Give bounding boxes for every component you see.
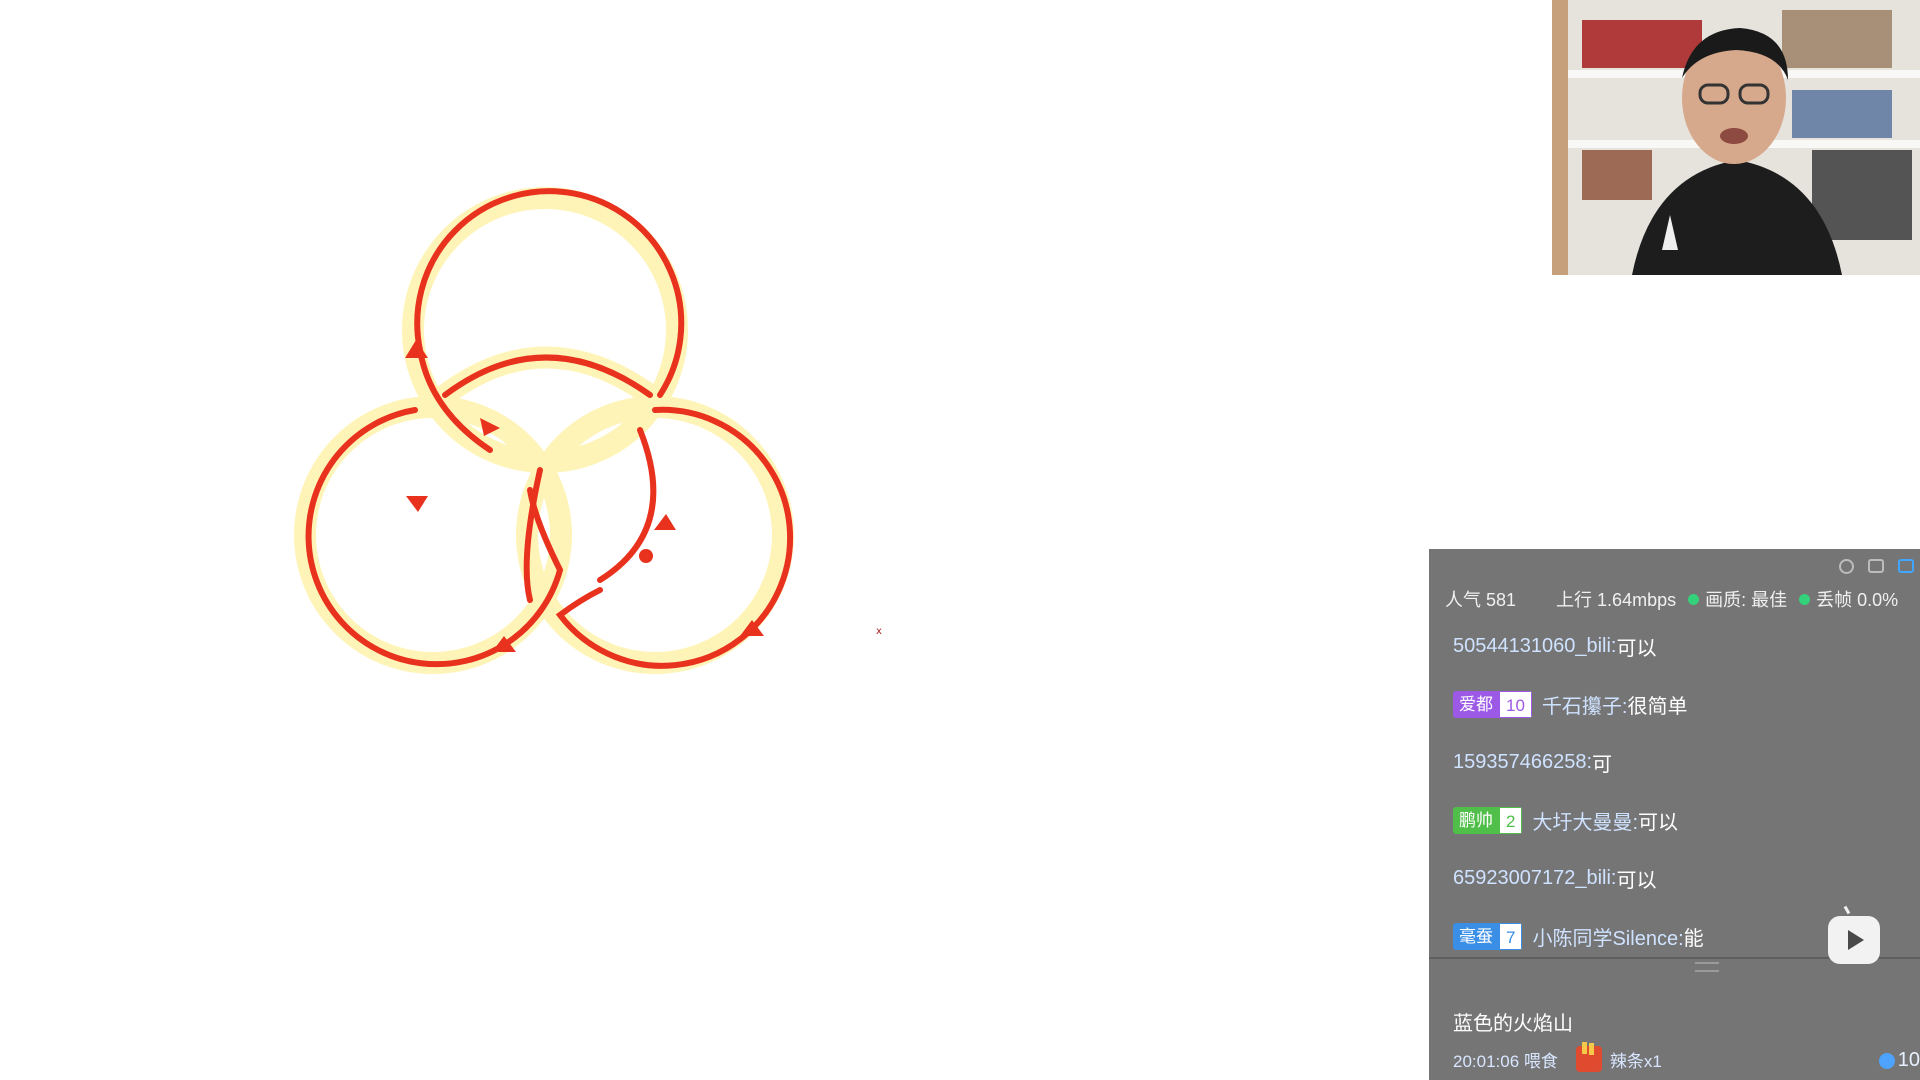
stream-stats: 人气 581 上行 1.64mbps 画质: 最佳 丢帧 0.0% (1445, 586, 1898, 612)
chat-message: 50544131060_bili: 可以 (1453, 617, 1920, 675)
fan-badge[interactable]: 爱都 10 (1453, 690, 1532, 718)
gift-item: 辣条x1 (1609, 1051, 1662, 1071)
gift-icon (1575, 1042, 1602, 1072)
chat-message: 65923007172_bili: 可以 (1453, 849, 1920, 907)
play-logo-icon[interactable] (1828, 916, 1880, 964)
export-icon[interactable] (1868, 559, 1884, 573)
chat-message: 鹏帅 2 大圩大曼曼: 可以 (1453, 791, 1920, 849)
coin-count: 10 (1897, 1049, 1920, 1071)
coin-icon (1878, 1052, 1895, 1069)
chat-username[interactable]: 大圩大曼曼: (1532, 806, 1638, 835)
cursor-mark: x (876, 626, 882, 637)
arrow-marker (406, 496, 428, 512)
chat-username[interactable]: 50544131060_bili: (1453, 635, 1617, 658)
chat-text: 能 (1683, 927, 1704, 950)
resize-handle[interactable] (1695, 962, 1719, 972)
popularity-stat: 人气 581 (1445, 590, 1517, 610)
chat-text: 可以 (1638, 811, 1679, 834)
gift-coin-count: 10 (1878, 1049, 1920, 1072)
fan-badge[interactable]: 毫蚕 7 (1453, 922, 1523, 950)
quality-stat: 画质: 最佳 (1705, 590, 1788, 610)
panel-toolbar (1839, 559, 1914, 574)
fan-badge[interactable]: 鹏帅 2 (1453, 806, 1523, 834)
chat-text: 可 (1592, 753, 1613, 776)
webcam-feed (1552, 0, 1920, 275)
status-dot-icon (1799, 593, 1811, 605)
fan-badge-level: 7 (1499, 922, 1523, 950)
gift-username[interactable]: 蓝色的火焰山 (1453, 1007, 1920, 1036)
point-marker (639, 549, 653, 563)
chat-message: 爱都 10 千石攥子: 很简单 (1453, 675, 1920, 733)
gift-time: 20:01:06 喂食 (1453, 1051, 1558, 1071)
status-dot-icon (1688, 593, 1700, 605)
gift-details: 20:01:06 喂食 辣条x1 (1453, 1042, 1920, 1072)
drawing-canvas[interactable]: x (0, 0, 1420, 1080)
chat-username[interactable]: 65923007172_bili: (1453, 867, 1617, 890)
chat-username[interactable]: 千石攥子: (1542, 690, 1628, 719)
chat-message: 159357466258: 可 (1453, 733, 1920, 791)
chat-text: 很简单 (1627, 695, 1688, 718)
fan-badge-level: 2 (1499, 806, 1523, 834)
fan-badge-level: 10 (1499, 690, 1532, 718)
three-ring-knot: x (294, 187, 882, 674)
gift-notification: 蓝色的火焰山 20:01:06 喂食 辣条x1 10 (1453, 1007, 1920, 1072)
fan-badge-name: 鹏帅 (1453, 806, 1499, 834)
frame-drop-stat: 丢帧 0.0% (1816, 590, 1899, 610)
chat-text: 可以 (1616, 869, 1657, 892)
chat-username[interactable]: 159357466258: (1453, 751, 1592, 774)
settings-icon[interactable] (1839, 559, 1854, 574)
chat-text: 可以 (1616, 637, 1657, 660)
fan-badge-name: 毫蚕 (1453, 922, 1499, 950)
upload-stat: 上行 1.64mbps (1556, 590, 1677, 610)
fan-badge-name: 爱都 (1453, 690, 1499, 718)
arrow-marker (654, 514, 676, 530)
live-chat-panel: 人气 581 上行 1.64mbps 画质: 最佳 丢帧 0.0% 505441… (1429, 549, 1920, 1080)
chat-username[interactable]: 小陈同学Silence: (1532, 922, 1683, 951)
window-icon[interactable] (1898, 559, 1914, 573)
